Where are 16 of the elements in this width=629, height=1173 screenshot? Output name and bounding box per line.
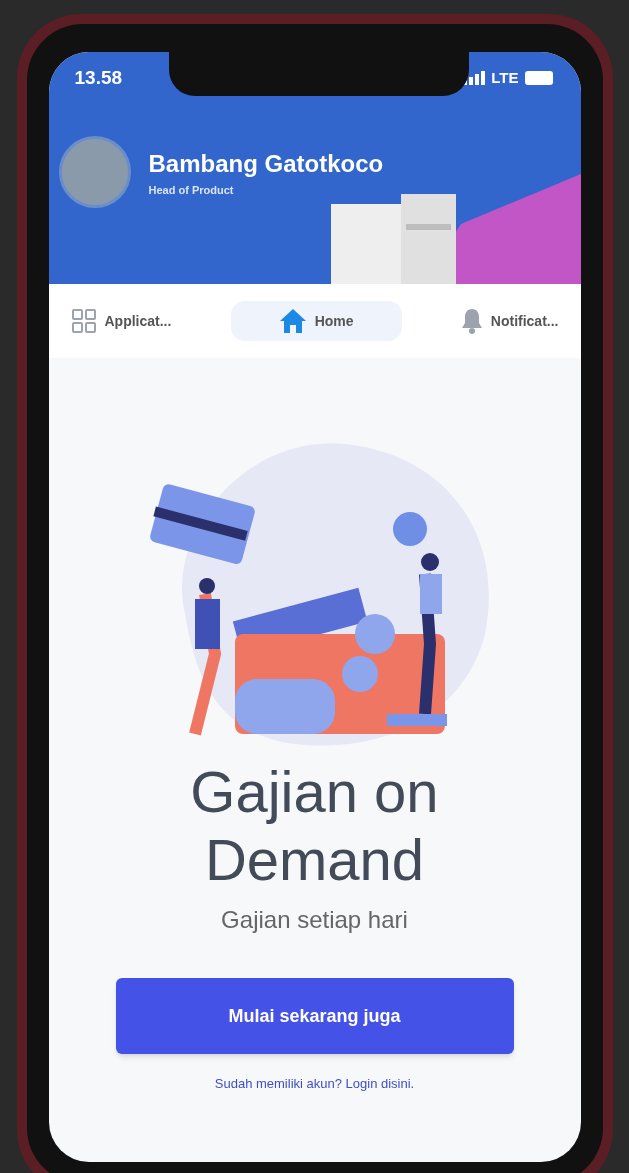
profile-name: Bambang Gatotkoco	[148, 148, 384, 179]
bell-icon	[460, 308, 483, 334]
nav-tab[interactable]: Home	[230, 301, 402, 341]
signal-icon	[463, 71, 486, 85]
profile-role: Head of Product	[148, 182, 235, 198]
nav-tab[interactable]: Applicat...	[62, 301, 180, 341]
hero-subtitle: Gajian setiap hari	[220, 905, 409, 935]
nav-tab[interactable]: Notificat...	[452, 301, 567, 341]
network-label: LTE	[491, 67, 519, 88]
start-button[interactable]: Mulai sekarang juga	[115, 978, 514, 1054]
grid-icon	[70, 308, 97, 334]
login-link[interactable]: Sudah memiliki akun? Login disini.	[214, 1074, 415, 1094]
battery-icon	[524, 71, 555, 85]
status-time: 13.58	[74, 65, 123, 90]
hero-title: Gajian on Demand	[189, 758, 440, 894]
home-icon	[278, 308, 307, 334]
